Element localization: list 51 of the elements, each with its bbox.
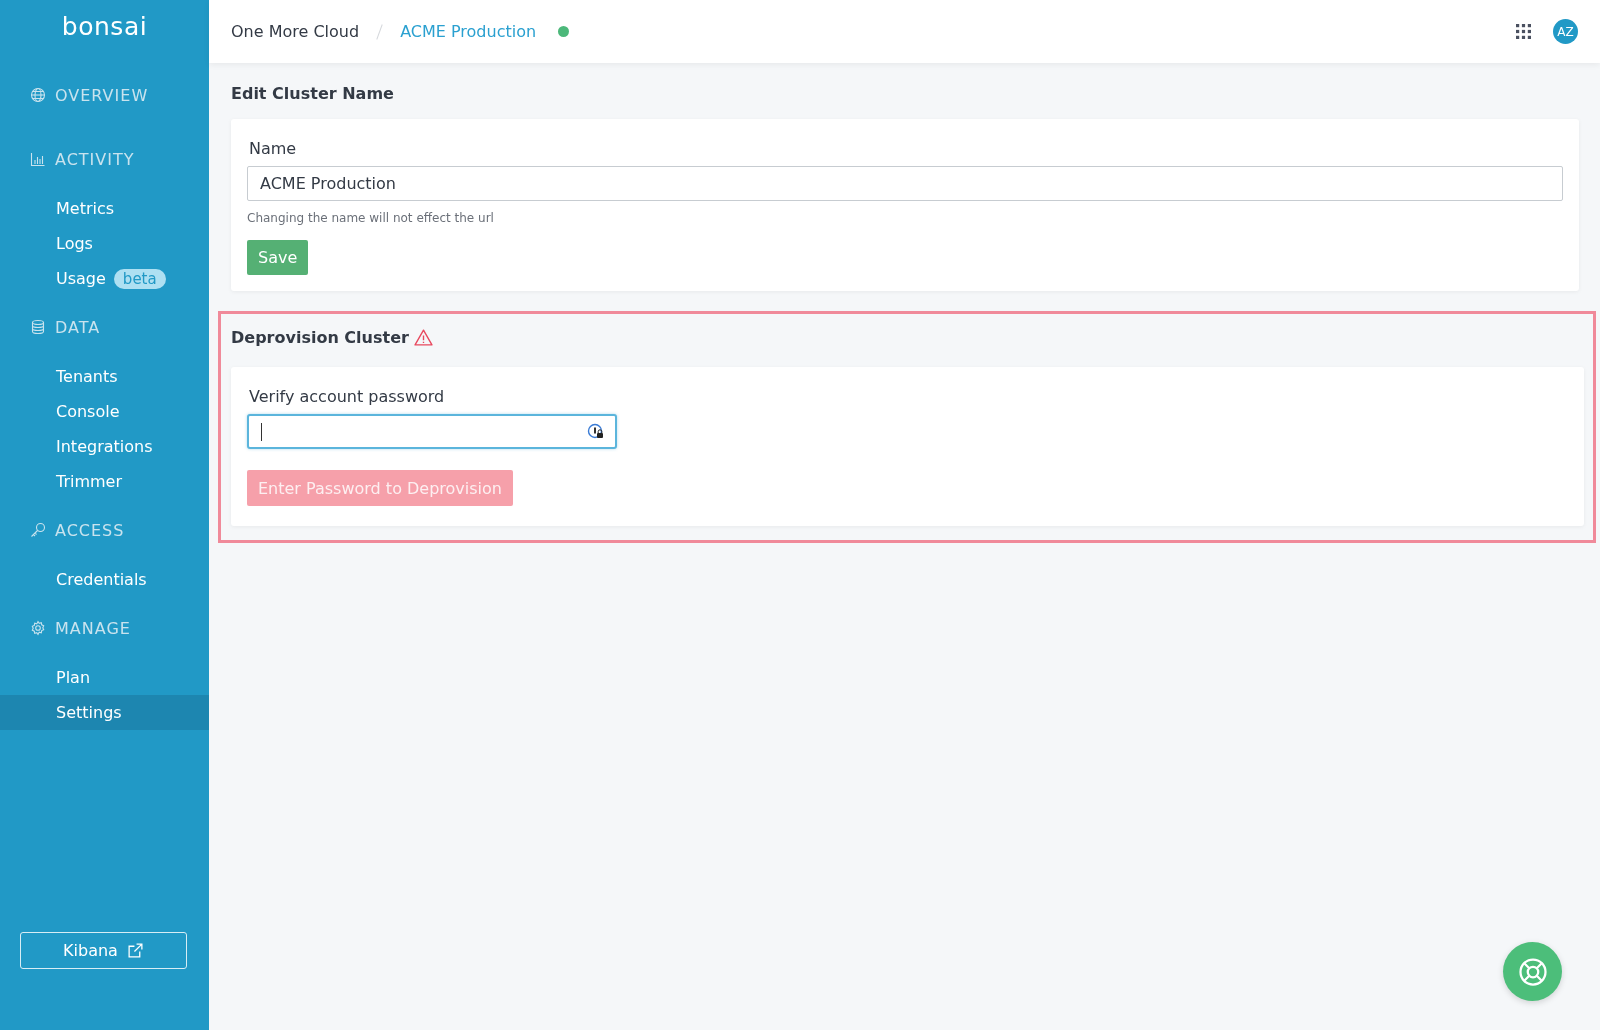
text-cursor bbox=[261, 422, 262, 441]
sidebar-item[interactable]: Plan bbox=[0, 660, 209, 695]
section-heading: Deprovision Cluster bbox=[231, 327, 409, 347]
sidebar-item[interactable]: Usage beta bbox=[0, 261, 209, 296]
apps-grid-icon[interactable] bbox=[1516, 24, 1531, 39]
sidebar-item-label: Metrics bbox=[56, 199, 115, 218]
sidebar-section-title[interactable]: DATA bbox=[55, 317, 101, 337]
lifebuoy-icon bbox=[1517, 956, 1548, 987]
breadcrumb-link[interactable]: ACME Production bbox=[400, 22, 537, 41]
sidebar-item-label: Usage bbox=[56, 269, 106, 288]
sidebar-item-label: Settings bbox=[56, 703, 122, 722]
sidebar-item-label: Logs bbox=[56, 234, 93, 253]
sidebar-item[interactable]: Console bbox=[0, 394, 209, 429]
sidebar-item[interactable]: Tenants bbox=[0, 359, 209, 394]
database-icon bbox=[30, 319, 46, 335]
status-dot bbox=[558, 26, 570, 37]
sidebar-item[interactable]: Settings bbox=[0, 695, 209, 730]
field-label: Verify account password bbox=[249, 387, 446, 406]
sidebar-item[interactable]: Trimmer bbox=[0, 464, 209, 499]
save-button[interactable]: Save bbox=[247, 240, 309, 275]
sidebar-item-label: Console bbox=[56, 402, 120, 421]
breadcrumb-link[interactable]: One More Cloud bbox=[231, 22, 360, 41]
sidebar-section-title[interactable]: MANAGE bbox=[55, 618, 131, 638]
sidebar-item-label: Plan bbox=[56, 668, 91, 687]
warning-icon bbox=[413, 328, 433, 346]
sidebar-item-label: Trimmer bbox=[56, 472, 123, 491]
section-heading: Edit Cluster Name bbox=[231, 84, 395, 103]
kibana-button[interactable]: Kibana bbox=[20, 932, 187, 969]
globe-icon bbox=[30, 87, 46, 103]
name-input-field[interactable]: ACME Production bbox=[247, 166, 1563, 201]
sidebar-section-title[interactable]: ACTIVITY bbox=[55, 149, 135, 169]
user-avatar[interactable]: AZ bbox=[1553, 19, 1578, 44]
bar-chart-icon bbox=[30, 151, 46, 167]
password-input-field[interactable] bbox=[247, 414, 617, 449]
beta-badge: beta bbox=[113, 268, 166, 289]
help-text: Changing the name will not effect the url bbox=[247, 211, 495, 225]
sidebar-section-title[interactable]: ACCESS bbox=[55, 520, 125, 540]
settings-icon bbox=[30, 620, 46, 636]
sidebar-item[interactable]: Metrics bbox=[0, 191, 209, 226]
sidebar-item[interactable]: Integrations bbox=[0, 429, 209, 464]
sidebar-item-label: Integrations bbox=[56, 437, 153, 456]
logo[interactable]: bonsai bbox=[0, 0, 209, 64]
field-label: Name bbox=[249, 139, 298, 158]
sidebar-item[interactable]: Credentials bbox=[0, 562, 209, 597]
external-link-icon bbox=[126, 942, 144, 959]
sidebar-section-title[interactable]: OVERVIEW bbox=[55, 85, 149, 105]
key-icon bbox=[30, 522, 46, 538]
sidebar-item-label: Credentials bbox=[56, 570, 147, 589]
password-manager-icon[interactable] bbox=[587, 422, 605, 441]
sidebar-item-label: Tenants bbox=[56, 367, 118, 386]
sidebar-item[interactable]: Logs bbox=[0, 226, 209, 261]
